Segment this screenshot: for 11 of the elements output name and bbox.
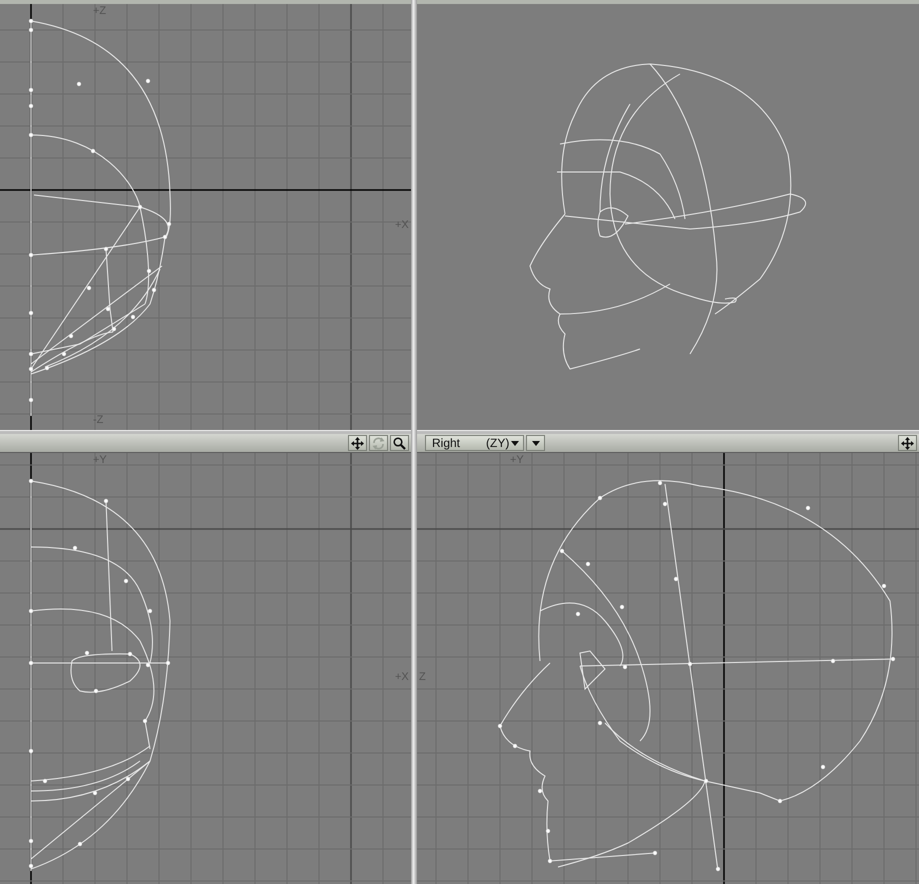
caret-icon [511, 440, 520, 446]
move-icon [901, 436, 914, 450]
move-icon [351, 436, 364, 450]
move-button[interactable] [898, 435, 917, 451]
rotate-icon [372, 436, 385, 450]
options-dropdown[interactable] [526, 435, 546, 451]
search-icon [393, 436, 406, 450]
view-dropdown[interactable]: Right (ZY) [425, 435, 524, 451]
move-button[interactable] [348, 435, 367, 451]
zoom-button[interactable] [390, 435, 409, 451]
caret-icon [532, 440, 540, 446]
